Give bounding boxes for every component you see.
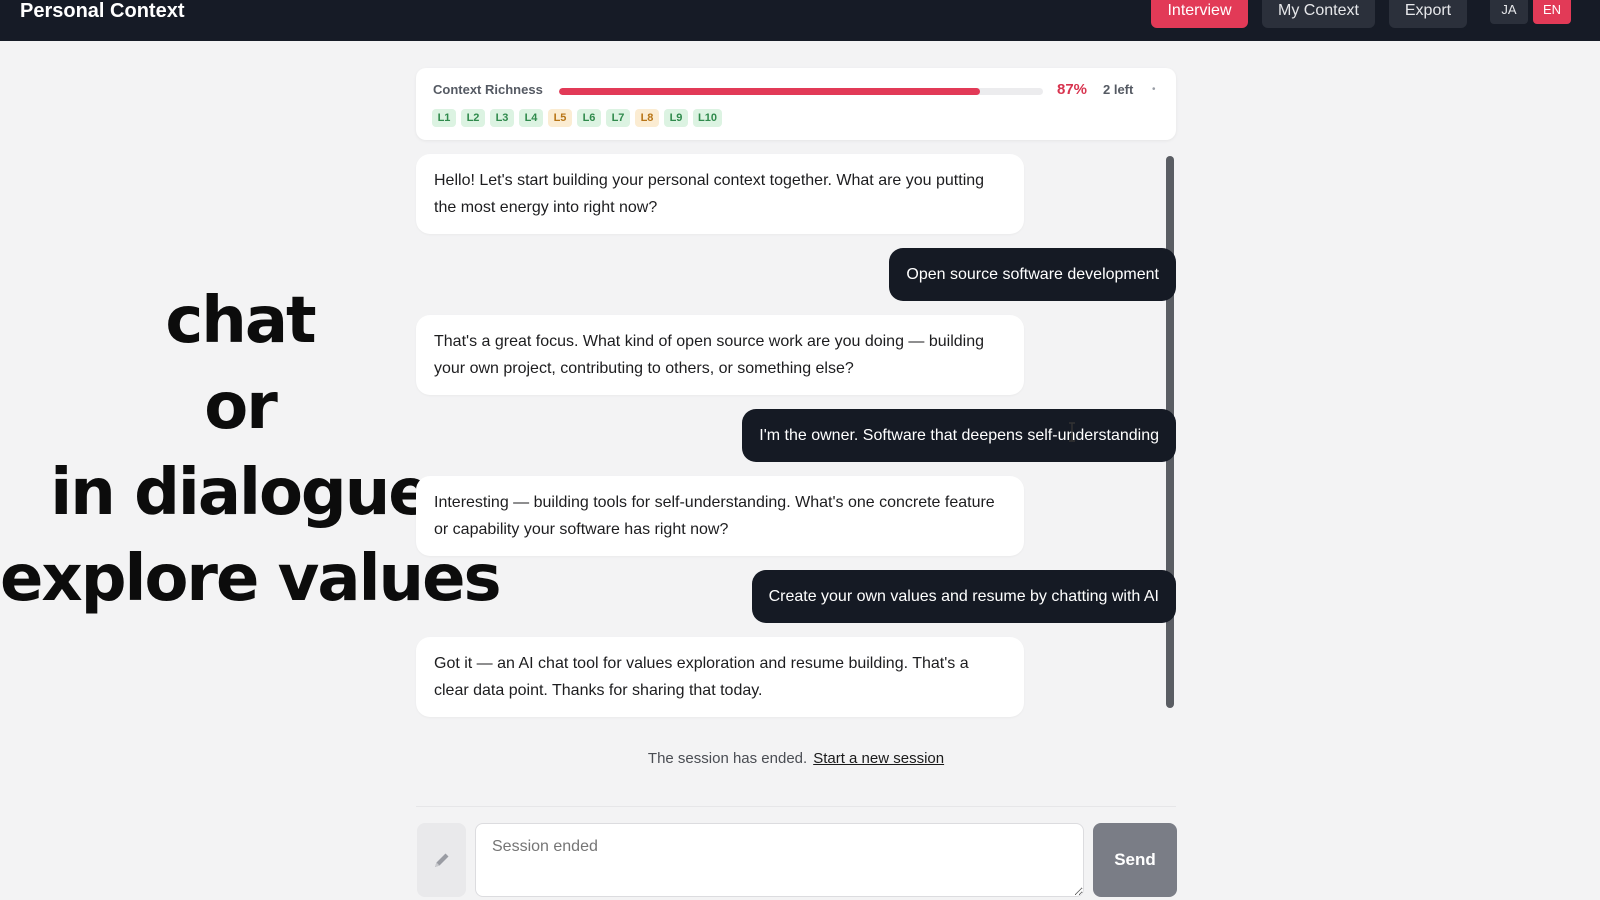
message-input[interactable] [475, 823, 1084, 897]
richness-percent: 87% [1057, 81, 1088, 98]
user-message: I'm the owner. Software that deepens sel… [742, 409, 1176, 462]
user-message: Create your own values and resume by cha… [751, 570, 1176, 623]
caption-line: in dialogue [50, 456, 431, 530]
pencil-icon [434, 853, 448, 867]
level-badge: L1 [432, 109, 456, 127]
level-badge: L6 [577, 109, 601, 127]
session-status: The session has ended. Start a new sessio… [416, 750, 1176, 767]
assistant-message: Got it — an AI chat tool for values expl… [416, 637, 1024, 717]
session-ended-text: The session has ended. [647, 750, 808, 767]
richness-label: Context Richness [433, 82, 543, 97]
nav-interview-button[interactable]: Interview [1151, 0, 1248, 28]
start-new-session-link[interactable]: Start a new session [813, 750, 944, 767]
assistant-message: Hello! Let's start building your persona… [416, 154, 1024, 234]
assistant-message: Interesting — building tools for self-un… [416, 476, 1024, 556]
level-badge: L7 [606, 109, 630, 127]
user-message: Open source software development [889, 248, 1176, 301]
text-cursor-icon [1069, 422, 1075, 442]
level-badge: L10 [693, 109, 722, 127]
level-badges: L1 L2 L3 L4 L5 L6 L7 L8 L9 L10 [432, 109, 722, 127]
level-badge: L9 [664, 109, 688, 127]
level-badge: L5 [548, 109, 572, 127]
level-badge: L8 [635, 109, 659, 127]
richness-progress-fill [559, 88, 981, 95]
pencil-button[interactable] [417, 823, 466, 897]
overlay-caption: chat or in dialogue explore values [0, 278, 502, 622]
level-badge: L3 [490, 109, 514, 127]
context-richness-card: Context Richness 87% 2 left • L1 L2 L3 L4 L5… [416, 68, 1176, 140]
dot-icon: • [1152, 84, 1156, 95]
assistant-message: That's a great focus. What kind of open … [416, 315, 1024, 395]
nav-my-context-button[interactable]: My Context [1262, 0, 1375, 28]
level-badge: L4 [519, 109, 543, 127]
caption-line: or [204, 370, 278, 444]
divider [416, 806, 1176, 807]
level-badge: L2 [461, 109, 485, 127]
caption-line: chat [165, 284, 316, 358]
app-title: Personal Context [20, 0, 185, 22]
send-button[interactable]: Send [1093, 823, 1177, 897]
caption-line: explore values [0, 542, 502, 616]
richness-remaining: 2 left [1103, 82, 1134, 97]
language-en-button[interactable]: EN [1533, 0, 1571, 24]
top-bar: Personal Context Interview My Context Ex… [0, 0, 1600, 41]
nav-export-button[interactable]: Export [1389, 0, 1467, 28]
language-ja-button[interactable]: JA [1490, 0, 1528, 24]
richness-progress-bar [559, 88, 1043, 95]
